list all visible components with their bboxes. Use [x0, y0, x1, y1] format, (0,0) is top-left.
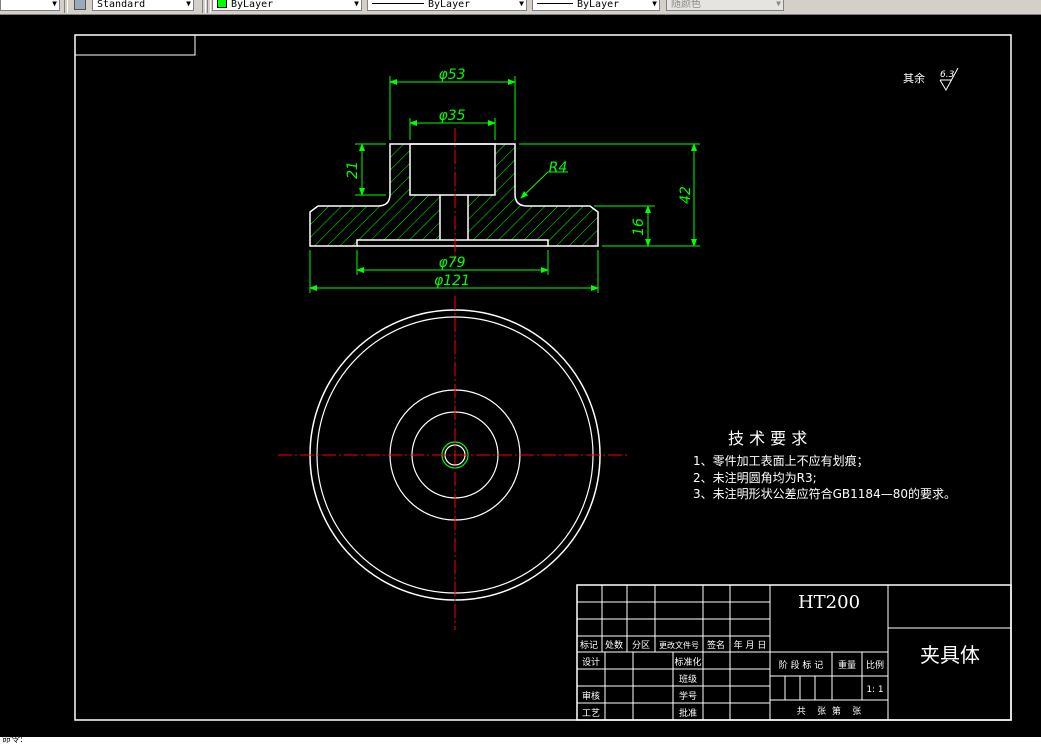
mid-label: 学号	[679, 690, 697, 702]
rev-header: 签名	[707, 639, 725, 651]
stage-header: 阶 段 标 记	[779, 659, 824, 671]
row-label: 审核	[582, 690, 600, 702]
linetype-sample-icon	[372, 3, 424, 4]
color-dropdown[interactable]: ByLayer ▼	[212, 0, 362, 11]
plot-style-value: 随颜色	[671, 0, 701, 10]
drawing-code-box	[74, 34, 196, 56]
dim-h21: 21	[345, 161, 361, 179]
toolbar-separator	[207, 0, 211, 13]
color-value: ByLayer	[231, 0, 274, 10]
row-label: 工艺	[582, 708, 600, 719]
dim-h16: 16	[631, 218, 647, 236]
tech-item: 3、未注明形状公差应符合GB1184—80的要求。	[693, 486, 956, 501]
drawing-border	[74, 34, 1012, 721]
dim-d53: φ53	[438, 67, 465, 83]
lineweight-sample-icon	[537, 3, 573, 4]
toolbar-separator	[64, 0, 68, 13]
toolbar-prev-dropdown[interactable]: ▼	[0, 0, 60, 11]
chevron-down-icon: ▼	[519, 0, 524, 8]
tech-item: 2、未注明圆角均为R3;	[693, 470, 817, 485]
rev-header: 标记	[580, 639, 598, 651]
linetype-value: ByLayer	[428, 0, 471, 10]
lineweight-value: ByLayer	[577, 0, 620, 10]
lineweight-dropdown[interactable]: ByLayer ▼	[532, 0, 660, 11]
dim-d79: φ79	[438, 255, 465, 271]
chevron-down-icon: ▼	[652, 0, 657, 8]
toolbar-separator	[202, 0, 206, 13]
tech-item: 1、零件加工表面上不应有划痕；	[693, 453, 869, 468]
text-style-value: Standard	[97, 0, 146, 10]
plot-style-dropdown: 随颜色 ▼	[666, 0, 784, 11]
rev-header: 分区	[632, 640, 650, 651]
command-prompt: 命令:	[2, 735, 24, 745]
linetype-dropdown[interactable]: ByLayer ▼	[367, 0, 527, 11]
dim-d121: φ121	[434, 273, 470, 289]
drawing-canvas[interactable]: φ53 φ35 φ79 φ121 R4 21 42 16 其余 6.3 技 术 …	[0, 14, 1041, 737]
roughness-label: 其余	[903, 71, 925, 85]
tech-requirements: 技 术 要 求 1、零件加工表面上不应有划痕； 2、未注明圆角均为R3; 3、未…	[693, 429, 956, 501]
roughness-value: 6.3	[940, 70, 955, 80]
chevron-down-icon: ▼	[52, 0, 57, 8]
text-style-dropdown[interactable]: Standard ▼	[92, 0, 194, 11]
dim-d35: φ35	[438, 108, 465, 124]
scale-label: 比例	[866, 659, 884, 671]
rev-header: 年 月 日	[734, 639, 767, 651]
material-label: HT200	[798, 592, 860, 613]
command-line[interactable]	[0, 737, 1041, 745]
mid-label: 班级	[679, 673, 697, 685]
plan-view	[278, 296, 630, 630]
chevron-down-icon: ▼	[354, 0, 359, 8]
mid-label: 标准化	[674, 656, 701, 668]
section-view	[309, 128, 599, 262]
roughness-note: 其余 6.3	[903, 67, 959, 92]
properties-toolbar: ▼ Standard ▼ ByLayer ▼ ByLayer ▼ ByLayer…	[0, 0, 1041, 15]
part-name: 夹具体	[920, 643, 980, 667]
text-style-icon[interactable]	[74, 0, 86, 10]
weight-label: 重量	[838, 659, 856, 671]
rev-header: 更改文件号	[659, 640, 699, 650]
mid-label: 批准	[679, 707, 697, 719]
scale-value: 1: 1	[866, 685, 883, 695]
sheet-count: 共 张 第 张	[797, 705, 862, 717]
row-label: 设计	[582, 656, 600, 668]
color-swatch-icon	[217, 0, 227, 8]
tech-title: 技 术 要 求	[728, 429, 807, 448]
chevron-down-icon: ▼	[186, 0, 191, 8]
dim-h42: 42	[678, 186, 694, 204]
rev-header: 处数	[605, 639, 623, 651]
chevron-down-icon: ▼	[776, 0, 781, 8]
dim-r4: R4	[549, 160, 568, 176]
